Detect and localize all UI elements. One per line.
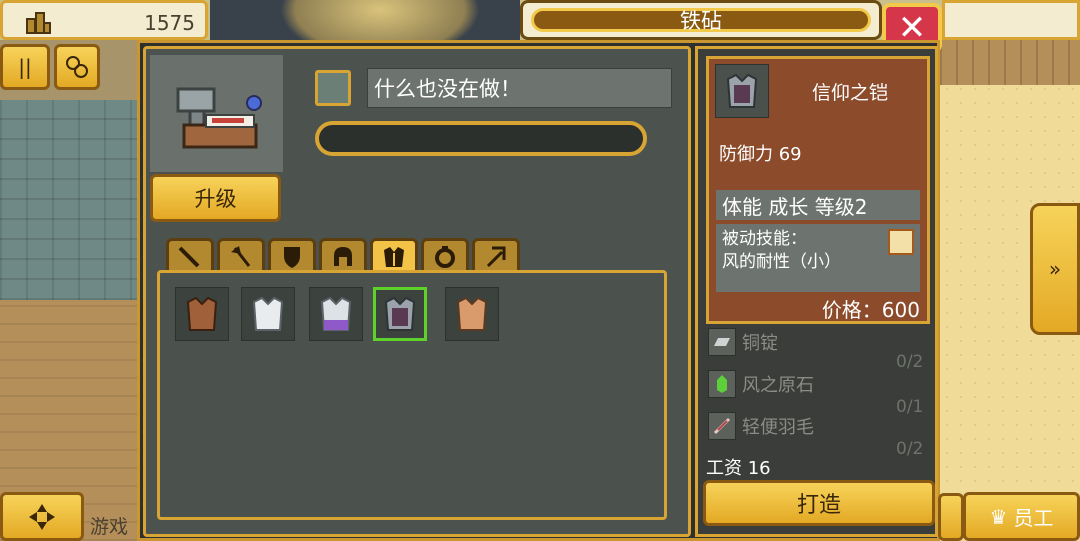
staff-button[interactable]: ♛ 员工 xyxy=(963,492,1080,541)
side-tab-button[interactable] xyxy=(938,493,964,541)
resource-counter: 1575 xyxy=(0,0,208,40)
ring-icon xyxy=(435,245,455,268)
fast-forward-icon: » xyxy=(1048,257,1062,281)
background-stone-floor xyxy=(0,100,140,300)
axe-icon xyxy=(231,245,251,267)
item-price: 价格：600 xyxy=(821,298,920,322)
progress-bar xyxy=(315,121,647,156)
game-label: 游戏 xyxy=(90,516,129,538)
detail-item-icon xyxy=(715,64,769,118)
forge-button[interactable]: 打造 xyxy=(703,480,935,526)
material-count: 0/2 xyxy=(896,352,924,372)
tab-armor[interactable] xyxy=(370,238,418,272)
pause-icon: || xyxy=(18,55,32,79)
green-crystal-icon xyxy=(708,370,736,398)
armor-icon xyxy=(384,246,404,267)
material-name: 铜锭 xyxy=(742,333,778,354)
shield-icon xyxy=(284,246,300,268)
pause-button[interactable]: || xyxy=(0,44,50,90)
crown-icon: ♛ xyxy=(989,504,1008,529)
tab-sword[interactable] xyxy=(166,238,214,272)
tab-ring[interactable] xyxy=(421,238,469,272)
tab-shield[interactable] xyxy=(268,238,316,272)
tab-axe[interactable] xyxy=(217,238,265,272)
material-count: 0/2 xyxy=(896,439,924,459)
material-wind-stone: 风之原石 xyxy=(708,370,908,398)
leather-armor-icon xyxy=(186,296,218,331)
pickaxe-icon xyxy=(486,246,506,267)
item-slot-faith-armor[interactable] xyxy=(373,287,427,341)
item-tags: 体能 成长 等级2 xyxy=(716,190,920,220)
background-fence xyxy=(940,40,1080,85)
move-button[interactable] xyxy=(0,492,84,541)
wage-label: 工资 16 xyxy=(706,458,771,479)
status-checkbox[interactable] xyxy=(315,70,351,106)
item-slot-purple-armor[interactable] xyxy=(309,287,363,341)
item-slot-white-plate[interactable] xyxy=(241,287,295,341)
material-name: 轻便羽毛 xyxy=(742,417,814,438)
status-text: 什么也没在做！ xyxy=(367,68,672,108)
helmet-icon xyxy=(334,246,352,266)
material-light-feather: 轻便羽毛 xyxy=(708,412,908,440)
tab-helmet[interactable] xyxy=(319,238,367,272)
item-slot-leather-armor[interactable] xyxy=(175,287,229,341)
anvil-preview xyxy=(150,55,283,172)
map-button[interactable] xyxy=(54,44,100,90)
fast-forward-button[interactable]: » xyxy=(1030,203,1080,335)
compass-icon xyxy=(29,503,55,530)
item-name: 信仰之铠 xyxy=(811,82,888,104)
copper-armor-icon xyxy=(456,296,488,331)
item-slot-copper-armor[interactable] xyxy=(445,287,499,341)
staff-label: 员工 xyxy=(1013,506,1054,530)
faith-armor-icon xyxy=(384,296,416,331)
window-title-bar: 铁砧 xyxy=(520,0,882,40)
wind-skill-icon xyxy=(888,229,914,255)
passive-label: 被动技能： xyxy=(722,229,807,249)
upgrade-button[interactable]: 升级 xyxy=(150,174,281,222)
material-name: 风之原石 xyxy=(742,375,814,396)
anvil-icon xyxy=(176,87,262,149)
window-title: 铁砧 xyxy=(531,8,871,33)
map-icon xyxy=(66,56,88,78)
tab-pickaxe[interactable] xyxy=(472,238,520,272)
material-copper-ingot: 铜锭 xyxy=(708,328,908,356)
sword-icon xyxy=(178,246,200,267)
buildings-icon xyxy=(26,12,51,34)
passive-value: 风的耐性（小） xyxy=(722,252,841,272)
white-plate-icon xyxy=(252,296,284,331)
feather-icon xyxy=(708,412,736,440)
ingot-icon xyxy=(708,328,736,356)
top-right-bar xyxy=(942,0,1080,40)
purple-armor-icon xyxy=(320,296,352,331)
faith-armor-icon xyxy=(726,73,758,108)
item-defense: 防御力 69 xyxy=(719,144,802,165)
resource-value: 1575 xyxy=(144,11,195,35)
